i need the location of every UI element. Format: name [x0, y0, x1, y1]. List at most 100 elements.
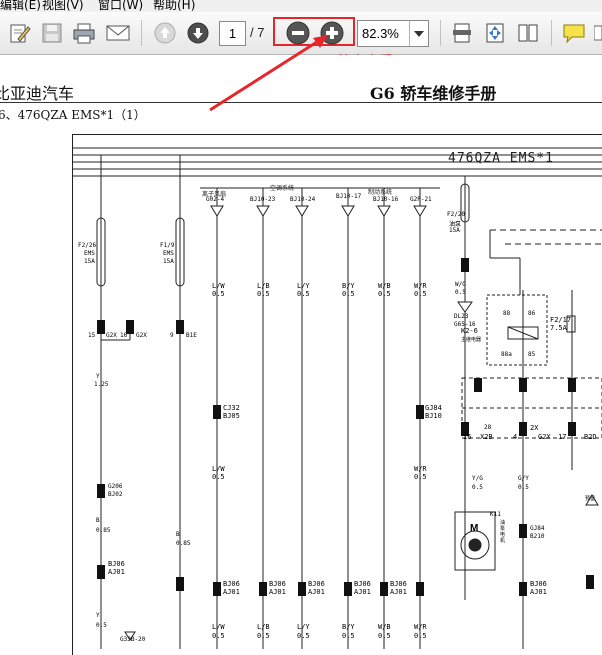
fuse-label: 15A — [84, 258, 95, 265]
comment-button[interactable] — [560, 20, 588, 46]
wire-color: B/Y — [342, 623, 355, 631]
menu-item-view[interactable]: 视图(V) — [42, 0, 84, 12]
email-icon — [106, 25, 130, 41]
group-label-brake: 制动系统 — [368, 189, 393, 196]
chevron-down-icon[interactable] — [409, 21, 428, 46]
connector-label: CJ32 — [223, 404, 240, 412]
fuse-label: 7.5A — [550, 324, 567, 332]
fuse-label: F2/26 — [78, 242, 97, 249]
connector-label: BJ05 — [223, 412, 240, 420]
motor-description: 油泵电机 — [500, 520, 506, 544]
save-button[interactable] — [38, 20, 66, 46]
relay-pin: 88a — [501, 351, 512, 358]
connector-label: BJ10-16 — [373, 196, 399, 203]
wire-size: 0.5 — [455, 289, 466, 296]
connector-label: BJ06 — [530, 580, 547, 588]
edit-button[interactable] — [6, 20, 34, 46]
pin-label: 16 — [120, 332, 128, 339]
wire-color: B — [96, 517, 100, 524]
prev-page-button[interactable] — [151, 20, 179, 46]
wire-size: 1.25 — [94, 381, 109, 388]
document-page: 比亚迪汽车 G6 轿车维修手册 6、476QZA EMS*1（1） 476QZA… — [0, 55, 602, 655]
fit-page-button[interactable] — [448, 20, 476, 46]
wire-color: W/R — [414, 282, 427, 290]
pin-label: 2X — [530, 424, 539, 432]
wire-color: L/Y — [297, 623, 310, 631]
wire-size: 0.5 — [472, 484, 483, 491]
relay-pin: 88 — [503, 310, 511, 317]
relay-pin: 85 — [528, 351, 536, 358]
connector-label: DL23 — [454, 313, 469, 320]
fuse-label: F2/20 — [447, 211, 466, 218]
diagram-title: 476QZA EMS*1 — [448, 151, 554, 166]
wire-color: G/Y — [518, 475, 529, 482]
page-total: / 7 — [250, 25, 265, 40]
connector-label: G206 — [108, 483, 123, 490]
toolbar: 1 / 7 82.3% — [0, 12, 602, 55]
pin-label: G2X — [106, 332, 117, 339]
connector-label: G02-4 — [206, 196, 225, 203]
save-icon — [42, 23, 62, 43]
zoom-in-button[interactable] — [318, 20, 346, 46]
connector-label: BJ06 — [269, 580, 286, 588]
motor-symbol: M — [470, 523, 479, 534]
pin-label: 4 — [513, 433, 518, 441]
toolbar-separator — [551, 20, 552, 46]
wire-size: 0.5 — [378, 632, 391, 640]
email-button[interactable] — [104, 20, 132, 46]
connector-label: AJ01 — [223, 588, 240, 596]
wire-color: W/B — [378, 282, 391, 290]
connector-label: BJ10-24 — [290, 196, 316, 203]
connector-label: AJ01 — [308, 588, 325, 596]
zoom-out-icon — [286, 21, 310, 45]
zoom-select[interactable]: 82.3% — [357, 20, 429, 47]
page-number-input[interactable]: 1 — [219, 21, 246, 46]
fit-width-icon — [486, 23, 504, 43]
wire-size: 0.5 — [212, 290, 225, 298]
wire-size: 0.85 — [176, 540, 191, 547]
zoom-out-button[interactable] — [284, 20, 312, 46]
connector-label: BJ06 — [390, 580, 407, 588]
fuse-label: EMS — [163, 250, 174, 257]
pin-label: 15 — [88, 332, 96, 339]
pin-label: G2X — [538, 433, 551, 441]
overflow-icon — [594, 25, 602, 41]
connector-label: BJ02 — [108, 491, 123, 498]
wire-size: 0.85 — [96, 527, 111, 534]
print-button[interactable] — [70, 20, 98, 46]
next-page-button[interactable] — [184, 20, 212, 46]
connector-label: BJ10-23 — [250, 196, 276, 203]
wire-size: 0.5 — [414, 290, 427, 298]
wire-color: Y — [96, 612, 100, 619]
menu-item-edit[interactable]: 编辑(E) — [0, 0, 41, 12]
menu-bar: 编辑(E) 视图(V) 窗口(W) 帮助(H) — [0, 0, 602, 12]
connector-label: BJ06 — [223, 580, 240, 588]
wire-color: W/R — [414, 465, 427, 473]
menu-item-help[interactable]: 帮助(H) — [153, 0, 195, 12]
connector-label: BJ06 — [308, 580, 325, 588]
two-page-button[interactable] — [514, 20, 542, 46]
wire-size: 0.5 — [257, 632, 270, 640]
fuse-label: 15A — [163, 258, 174, 265]
next-page-icon — [187, 22, 209, 44]
connector-label: GJ84 — [530, 525, 545, 532]
pin-label: X2B — [480, 433, 493, 441]
fuse-label: 15A — [449, 227, 460, 234]
connector-label: GJ84 — [425, 404, 442, 412]
pin-label: 17 — [558, 433, 567, 441]
wire-color: W/R — [414, 623, 427, 631]
connector-label: G65-16 — [454, 321, 476, 328]
pin-label: G2X — [136, 332, 147, 339]
pin-label: 28 — [484, 424, 492, 431]
fit-width-button[interactable] — [481, 20, 509, 46]
fuse-label: EMS — [84, 250, 95, 257]
wire-size: 0.5 — [297, 632, 310, 640]
wire-color: L/Y — [297, 282, 310, 290]
connector-label: AJ01 — [269, 588, 286, 596]
wire-color: L/B — [257, 623, 270, 631]
fuse-label: F1/9 — [160, 242, 175, 249]
connector-label: G33B-20 — [120, 636, 146, 643]
menu-item-window[interactable]: 窗口(W) — [98, 0, 143, 12]
fit-page-icon — [453, 23, 471, 43]
toolbar-overflow[interactable] — [594, 20, 602, 46]
